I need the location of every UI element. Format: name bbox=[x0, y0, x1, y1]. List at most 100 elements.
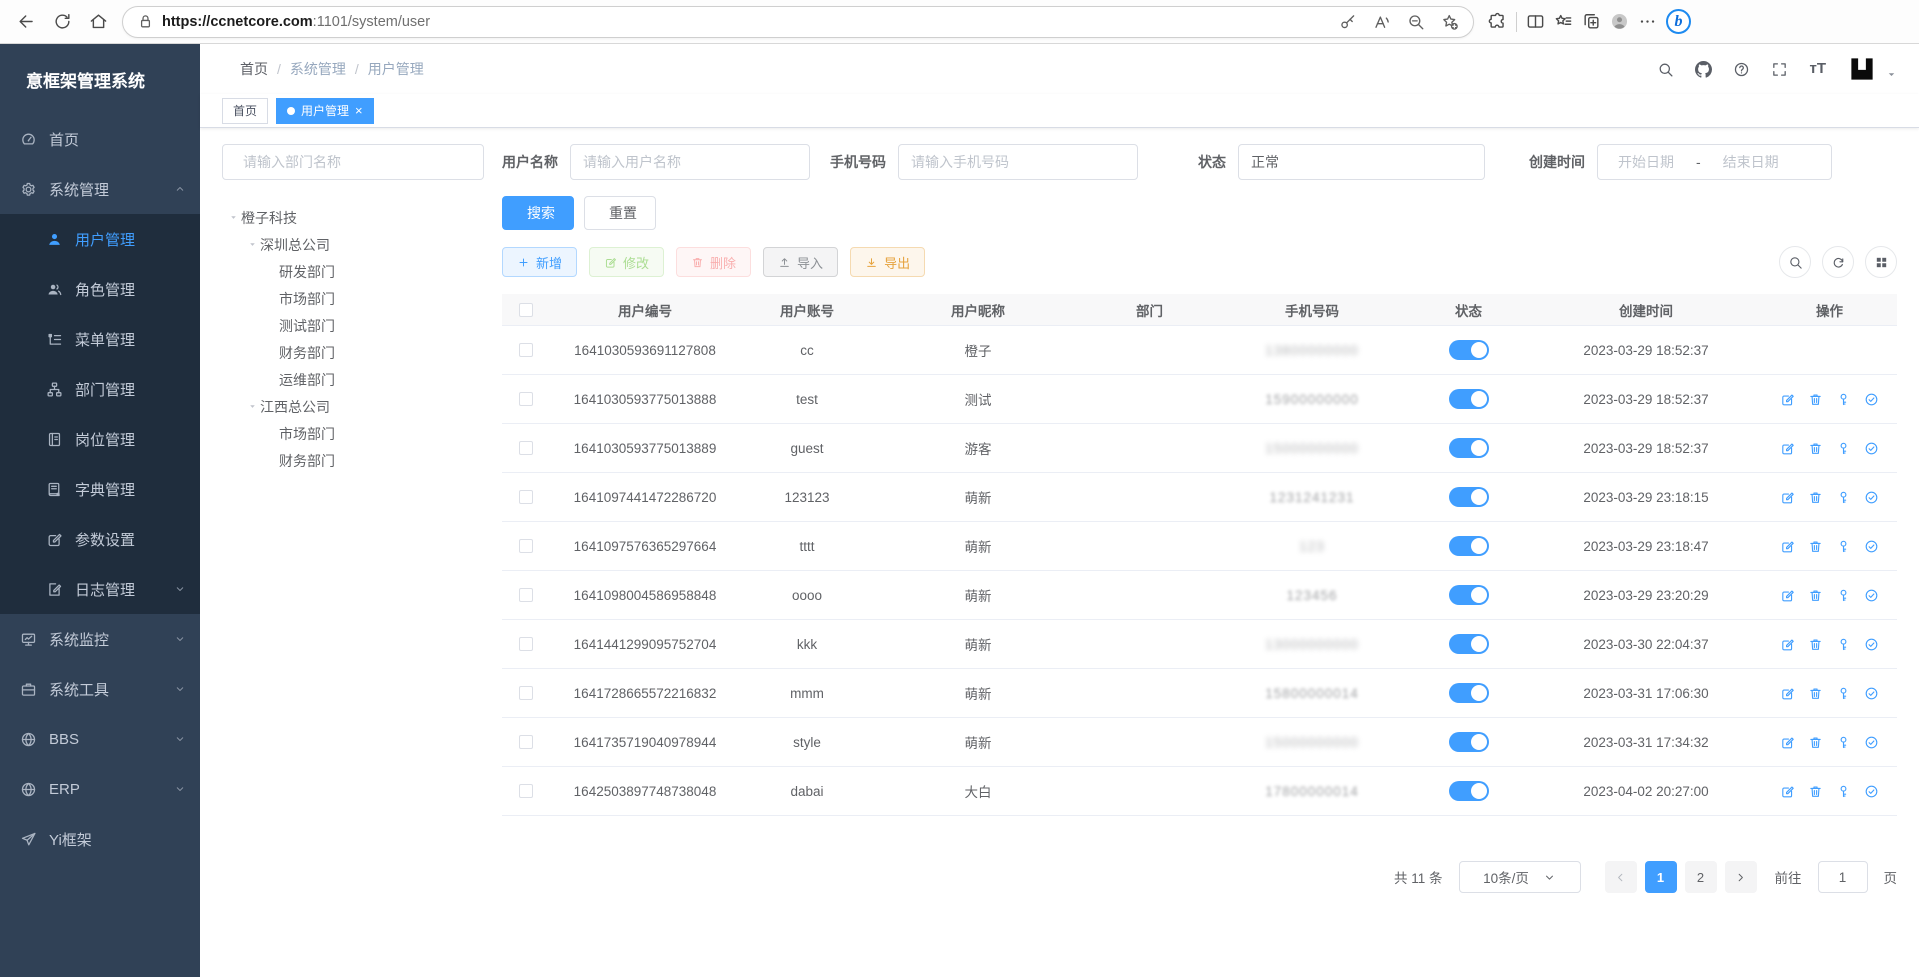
trash-icon[interactable] bbox=[1808, 735, 1823, 750]
dept-search-input[interactable] bbox=[222, 144, 484, 180]
key-icon[interactable] bbox=[1339, 13, 1357, 31]
page-button-1[interactable]: 1 bbox=[1645, 861, 1677, 893]
zoom-out-icon[interactable] bbox=[1407, 13, 1425, 31]
check-circle-icon[interactable] bbox=[1864, 784, 1879, 799]
trash-icon[interactable] bbox=[1808, 441, 1823, 456]
status-toggle[interactable] bbox=[1449, 438, 1489, 458]
username-input[interactable] bbox=[570, 144, 810, 180]
row-checkbox[interactable] bbox=[519, 343, 533, 357]
edit-square-icon[interactable] bbox=[1780, 441, 1795, 456]
sidebar-item-Yi框架[interactable]: Yi框架 bbox=[0, 814, 200, 864]
github-icon[interactable] bbox=[1695, 61, 1712, 78]
home-button[interactable] bbox=[80, 5, 116, 39]
row-checkbox[interactable] bbox=[519, 441, 533, 455]
edit-square-icon[interactable] bbox=[1780, 588, 1795, 603]
page-size-select[interactable]: 10条/页 bbox=[1459, 861, 1581, 893]
breadcrumb-item-首页[interactable]: 首页 bbox=[240, 59, 268, 79]
dept-search-field[interactable] bbox=[243, 154, 471, 170]
trash-icon[interactable] bbox=[1808, 392, 1823, 407]
status-select[interactable]: 正常 bbox=[1238, 144, 1485, 180]
tree-expand-caret[interactable] bbox=[245, 401, 260, 412]
refresh-tool-button[interactable] bbox=[1822, 246, 1854, 278]
trash-icon[interactable] bbox=[1808, 637, 1823, 652]
导出-button[interactable]: 导出 bbox=[850, 247, 925, 277]
extensions-icon[interactable] bbox=[1488, 12, 1507, 31]
split-screen-icon[interactable] bbox=[1526, 12, 1545, 31]
status-toggle[interactable] bbox=[1449, 389, 1489, 409]
edit-square-icon[interactable] bbox=[1780, 637, 1795, 652]
reset-button[interactable]: 重置 bbox=[584, 196, 656, 230]
sidebar-item-系统工具[interactable]: 系统工具 bbox=[0, 664, 200, 714]
status-toggle[interactable] bbox=[1449, 487, 1489, 507]
导入-button[interactable]: 导入 bbox=[763, 247, 838, 277]
key-reset-icon[interactable] bbox=[1836, 735, 1851, 750]
row-checkbox[interactable] bbox=[519, 735, 533, 749]
row-checkbox[interactable] bbox=[519, 588, 533, 602]
next-page-button[interactable] bbox=[1725, 861, 1757, 893]
tree-node-深圳总公司[interactable]: 深圳总公司 bbox=[222, 231, 484, 258]
collections-icon[interactable] bbox=[1582, 12, 1601, 31]
key-reset-icon[interactable] bbox=[1836, 441, 1851, 456]
tree-expand-caret[interactable] bbox=[226, 212, 241, 223]
row-checkbox[interactable] bbox=[519, 784, 533, 798]
tree-node-测试部门[interactable]: 测试部门 bbox=[222, 312, 484, 339]
check-circle-icon[interactable] bbox=[1864, 735, 1879, 750]
edit-square-icon[interactable] bbox=[1780, 784, 1795, 799]
favorite-add-icon[interactable] bbox=[1441, 13, 1459, 31]
row-checkbox[interactable] bbox=[519, 637, 533, 651]
tree-node-市场部门[interactable]: 市场部门 bbox=[222, 285, 484, 312]
edit-square-icon[interactable] bbox=[1780, 392, 1795, 407]
row-checkbox[interactable] bbox=[519, 490, 533, 504]
sidebar-item-ERP[interactable]: ERP bbox=[0, 764, 200, 814]
tree-node-运维部门[interactable]: 运维部门 bbox=[222, 366, 484, 393]
page-button-2[interactable]: 2 bbox=[1685, 861, 1717, 893]
key-reset-icon[interactable] bbox=[1836, 392, 1851, 407]
sidebar-item-首页[interactable]: 首页 bbox=[0, 114, 200, 164]
prev-page-button[interactable] bbox=[1605, 861, 1637, 893]
tree-node-财务部门[interactable]: 财务部门 bbox=[222, 447, 484, 474]
trash-icon[interactable] bbox=[1808, 588, 1823, 603]
row-checkbox[interactable] bbox=[519, 539, 533, 553]
search-button[interactable]: 搜索 bbox=[502, 196, 574, 230]
status-toggle[interactable] bbox=[1449, 683, 1489, 703]
date-range-picker[interactable]: 开始日期 - 结束日期 bbox=[1597, 144, 1832, 180]
key-reset-icon[interactable] bbox=[1836, 784, 1851, 799]
trash-icon[interactable] bbox=[1808, 784, 1823, 799]
status-toggle[interactable] bbox=[1449, 781, 1489, 801]
favorites-bar-icon[interactable] bbox=[1554, 12, 1573, 31]
edit-square-icon[interactable] bbox=[1780, 686, 1795, 701]
status-toggle[interactable] bbox=[1449, 536, 1489, 556]
sidebar-item-岗位管理[interactable]: 岗位管理 bbox=[0, 414, 200, 464]
status-toggle[interactable] bbox=[1449, 340, 1489, 360]
sidebar-item-部门管理[interactable]: 部门管理 bbox=[0, 364, 200, 414]
more-icon[interactable] bbox=[1638, 12, 1657, 31]
tree-node-橙子科技[interactable]: 橙子科技 bbox=[222, 204, 484, 231]
avatar-dropdown-caret[interactable] bbox=[1886, 69, 1897, 80]
phone-field[interactable] bbox=[911, 154, 1125, 170]
sidebar-item-角色管理[interactable]: 角色管理 bbox=[0, 264, 200, 314]
sidebar-item-BBS[interactable]: BBS bbox=[0, 714, 200, 764]
row-checkbox[interactable] bbox=[519, 392, 533, 406]
page-refresh-button[interactable] bbox=[44, 5, 80, 39]
edit-square-icon[interactable] bbox=[1780, 490, 1795, 505]
check-circle-icon[interactable] bbox=[1864, 539, 1879, 554]
tree-node-江西总公司[interactable]: 江西总公司 bbox=[222, 393, 484, 420]
sidebar-item-用户管理[interactable]: 用户管理 bbox=[0, 214, 200, 264]
tree-node-研发部门[interactable]: 研发部门 bbox=[222, 258, 484, 285]
sidebar-item-系统管理[interactable]: 系统管理 bbox=[0, 164, 200, 214]
sidebar-item-菜单管理[interactable]: 菜单管理 bbox=[0, 314, 200, 364]
read-aloud-icon[interactable] bbox=[1373, 13, 1391, 31]
新增-button[interactable]: 新增 bbox=[502, 247, 577, 277]
fullscreen-icon[interactable] bbox=[1771, 61, 1788, 78]
arrow-left-button[interactable] bbox=[8, 5, 44, 39]
tree-node-市场部门[interactable]: 市场部门 bbox=[222, 420, 484, 447]
status-toggle[interactable] bbox=[1449, 585, 1489, 605]
profile-avatar[interactable] bbox=[1610, 12, 1629, 31]
check-circle-icon[interactable] bbox=[1864, 588, 1879, 603]
check-circle-icon[interactable] bbox=[1864, 441, 1879, 456]
url-bar[interactable]: https://ccnetcore.com:1101/system/user bbox=[122, 6, 1474, 38]
status-toggle[interactable] bbox=[1449, 732, 1489, 752]
sidebar-item-日志管理[interactable]: 日志管理 bbox=[0, 564, 200, 614]
tab-close-icon[interactable]: × bbox=[355, 104, 363, 117]
row-checkbox[interactable] bbox=[519, 686, 533, 700]
